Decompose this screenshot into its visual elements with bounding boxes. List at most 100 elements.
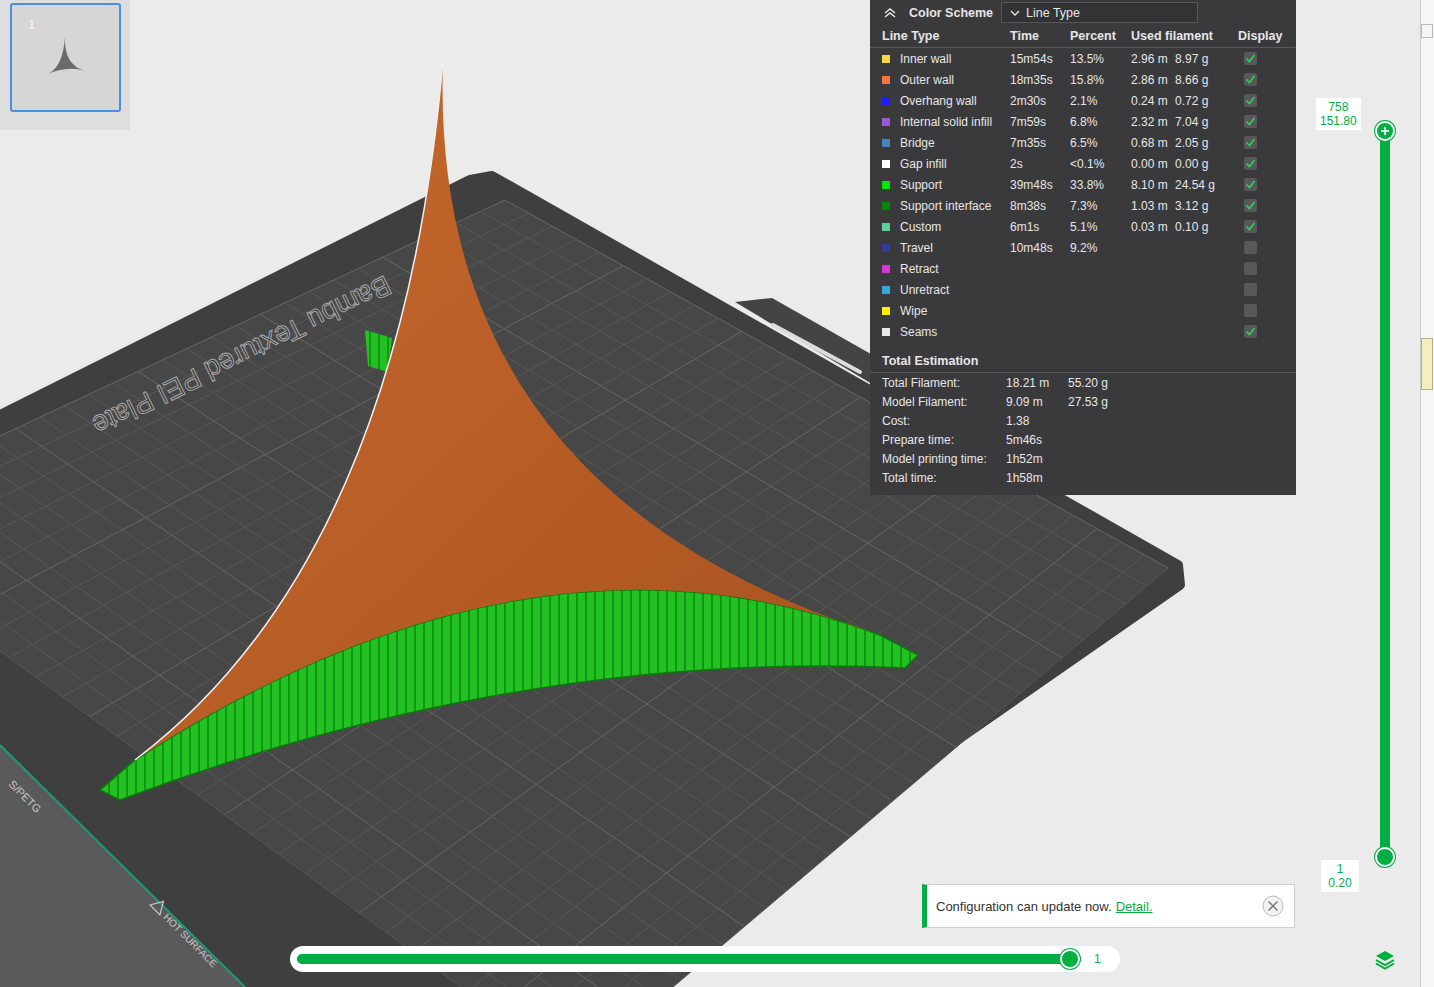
estimation-label: Model printing time: xyxy=(882,452,1006,466)
layer-slider[interactable]: 758 151.80 1 0.20 xyxy=(1375,121,1395,867)
check-icon xyxy=(1245,53,1256,64)
check-icon xyxy=(1245,95,1256,106)
estimation-row: Total Filament: 18.21 m55.20 g xyxy=(882,373,1284,392)
display-checkbox[interactable] xyxy=(1244,178,1257,191)
legend-row: Travel 10m48s 9.2% xyxy=(882,237,1284,258)
legend-column-header: Line Type Time Percent Used filament Dis… xyxy=(870,25,1296,48)
bottom-layer-label: 1 0.20 xyxy=(1321,860,1359,892)
column-label: Line Type xyxy=(882,29,1010,43)
line-type-time: 7m35s xyxy=(1010,136,1070,150)
line-type-name: Wipe xyxy=(900,304,1010,318)
estimation-label: Prepare time: xyxy=(882,433,1006,447)
detail-link[interactable]: Detail. xyxy=(1116,899,1153,914)
estimation-value: 1.38 xyxy=(1006,414,1068,428)
layer-slider-top-thumb[interactable]: 758 151.80 xyxy=(1375,121,1395,141)
estimation-label: Total Filament: xyxy=(882,376,1006,390)
display-checkbox[interactable] xyxy=(1244,283,1257,296)
check-icon xyxy=(1245,116,1256,127)
line-type-weight: 0.00 g xyxy=(1175,157,1238,171)
display-checkbox[interactable] xyxy=(1244,115,1257,128)
line-type-weight: 3.12 g xyxy=(1175,199,1238,213)
estimation-label: Cost: xyxy=(882,414,1006,428)
estimation-row: Model Filament: 9.09 m27.53 g xyxy=(882,392,1284,411)
legend-row: Support 39m48s 33.8% 8.10 m 24.54 g xyxy=(882,174,1284,195)
legend-row: Wipe xyxy=(882,300,1284,321)
check-icon xyxy=(1245,74,1256,85)
legend-row: Bridge 7m35s 6.5% 0.68 m 2.05 g xyxy=(882,132,1284,153)
color-swatch xyxy=(882,97,890,105)
display-checkbox[interactable] xyxy=(1244,199,1257,212)
model-thumbnail-icon xyxy=(40,35,90,85)
close-button[interactable] xyxy=(1262,895,1284,917)
display-checkbox[interactable] xyxy=(1244,94,1257,107)
color-swatch xyxy=(882,265,890,273)
display-checkbox[interactable] xyxy=(1244,157,1257,170)
line-type-name: Support interface xyxy=(900,199,1010,213)
line-type-percent: 9.2% xyxy=(1070,241,1131,255)
line-type-weight: 8.66 g xyxy=(1175,73,1238,87)
line-type-percent: 5.1% xyxy=(1070,220,1131,234)
check-icon xyxy=(1245,200,1256,211)
move-slider-thumb[interactable] xyxy=(1060,949,1080,969)
estimation-row: Model printing time: 1h52m xyxy=(882,449,1284,468)
plate-thumbnail[interactable]: 1 xyxy=(10,3,121,112)
plate-name: Bambu Textured PEI Plate xyxy=(88,270,396,442)
move-slider-track xyxy=(297,954,1070,964)
check-icon xyxy=(1245,221,1256,232)
line-type-name: Inner wall xyxy=(900,52,1010,66)
color-scheme-dropdown[interactable]: Line Type xyxy=(1001,2,1198,23)
color-swatch xyxy=(882,307,890,315)
legend-header: Color Scheme Line Type xyxy=(882,0,1284,25)
display-checkbox[interactable] xyxy=(1244,136,1257,149)
legend-row: Custom 6m1s 5.1% 0.03 m 0.10 g xyxy=(882,216,1284,237)
color-swatch xyxy=(882,328,890,336)
line-type-length: 2.96 m xyxy=(1131,52,1175,66)
line-type-length: 2.86 m xyxy=(1131,73,1175,87)
display-checkbox[interactable] xyxy=(1244,325,1257,338)
estimation-row: Prepare time: 5m46s xyxy=(882,430,1284,449)
line-type-percent: 6.8% xyxy=(1070,115,1131,129)
line-type-name: Travel xyxy=(900,241,1010,255)
close-icon xyxy=(1262,895,1284,917)
line-type-name: Overhang wall xyxy=(900,94,1010,108)
line-type-percent: 7.3% xyxy=(1070,199,1131,213)
display-checkbox[interactable] xyxy=(1244,220,1257,233)
layer-height: 0.20 xyxy=(1328,876,1351,890)
check-icon xyxy=(1245,158,1256,169)
move-slider-fill xyxy=(297,954,1070,964)
estimation-value: 27.53 g xyxy=(1068,395,1284,409)
plate-filament-label: S/PETG xyxy=(7,778,44,815)
slicer-preview: Bambu Textured PEI PlateS/PETGHOT SURFAC… xyxy=(0,0,1434,987)
estimation-value: 55.20 g xyxy=(1068,376,1284,390)
line-type-percent: 6.5% xyxy=(1070,136,1131,150)
line-type-name: Unretract xyxy=(900,283,1010,297)
column-label: Display xyxy=(1238,29,1284,43)
display-checkbox[interactable] xyxy=(1244,304,1257,317)
display-checkbox[interactable] xyxy=(1244,262,1257,275)
color-swatch xyxy=(882,118,890,126)
legend-row: Support interface 8m38s 7.3% 1.03 m 3.12… xyxy=(882,195,1284,216)
line-type-percent: 2.1% xyxy=(1070,94,1131,108)
chevron-down-icon xyxy=(1010,9,1020,17)
line-type-name: Outer wall xyxy=(900,73,1010,87)
line-type-percent: 13.5% xyxy=(1070,52,1131,66)
side-panel-control[interactable] xyxy=(1421,24,1433,38)
color-swatch xyxy=(882,76,890,84)
legend-row: Outer wall 18m35s 15.8% 2.86 m 8.66 g xyxy=(882,69,1284,90)
estimation-value: 18.21 m xyxy=(1006,376,1068,390)
layers-icon[interactable] xyxy=(1374,948,1396,970)
display-checkbox[interactable] xyxy=(1244,241,1257,254)
display-checkbox[interactable] xyxy=(1244,73,1257,86)
layer-slider-bottom-thumb[interactable]: 1 0.20 xyxy=(1375,847,1395,867)
model-seam xyxy=(135,60,443,760)
display-checkbox[interactable] xyxy=(1244,52,1257,65)
line-type-time: 6m1s xyxy=(1010,220,1070,234)
color-swatch xyxy=(882,202,890,210)
update-notification: Configuration can update now. Detail. xyxy=(922,884,1295,928)
line-type-time: 15m54s xyxy=(1010,52,1070,66)
side-panel-note xyxy=(1421,338,1433,390)
line-type-name: Gap infill xyxy=(900,157,1010,171)
move-slider[interactable]: 1 xyxy=(290,946,1120,972)
total-estimation-title: Total Estimation xyxy=(870,350,1296,373)
collapse-icon[interactable] xyxy=(883,7,897,19)
